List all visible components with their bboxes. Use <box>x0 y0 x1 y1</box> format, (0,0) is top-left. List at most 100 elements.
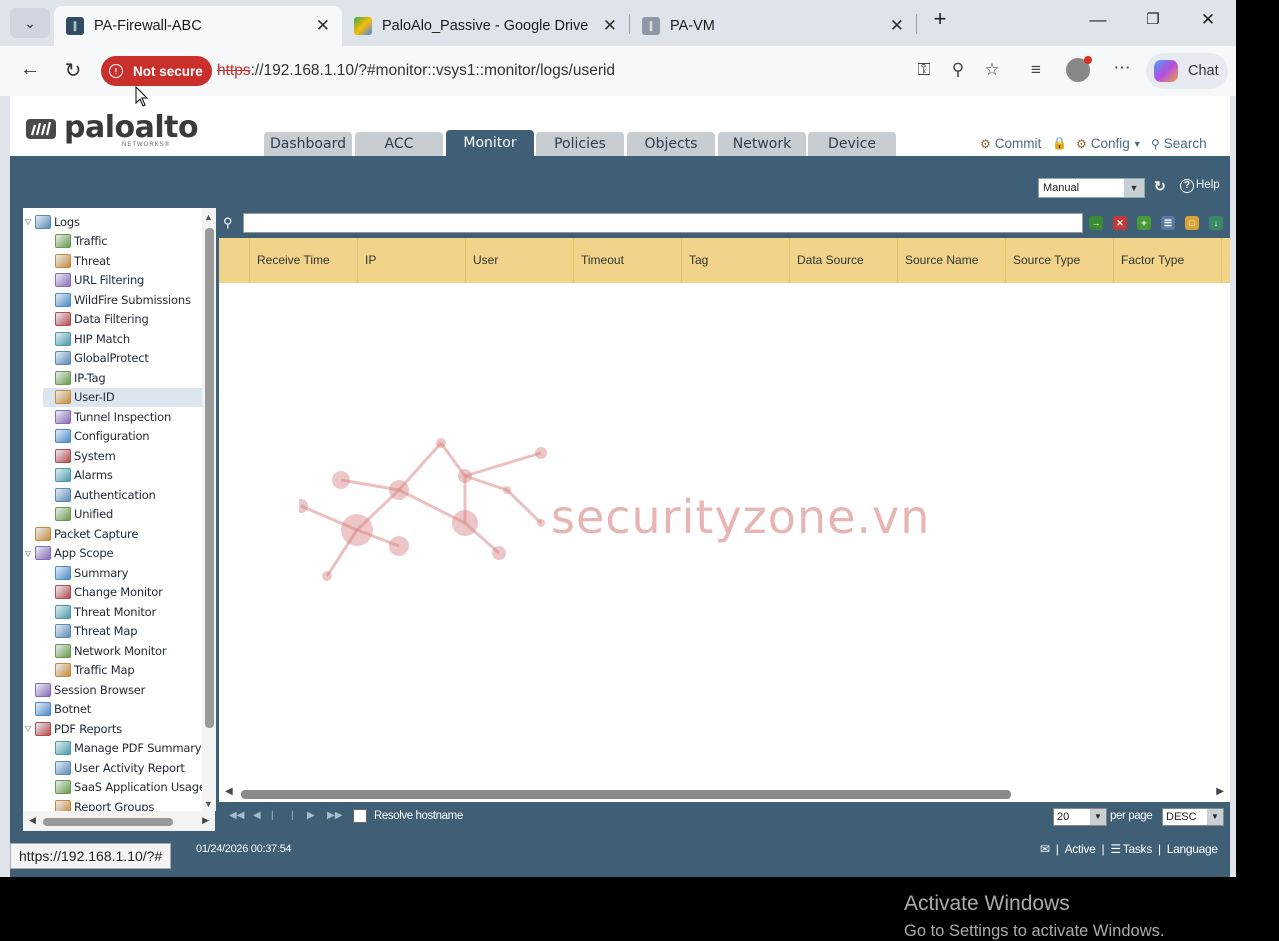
column-header-f[interactable]: F <box>1221 238 1230 283</box>
sidebar-item-url-filtering[interactable]: URL Filtering <box>43 271 211 290</box>
sidebar-item-hip-match[interactable]: HIP Match <box>43 329 211 348</box>
sidebar-vertical-scrollbar[interactable]: ▲ ▼ <box>202 208 216 811</box>
scroll-up-icon[interactable]: ▲ <box>204 212 213 222</box>
sidebar-item-logs[interactable]: ▽ Logs <box>25 212 211 231</box>
help-link[interactable]: ? Help <box>1180 179 1220 193</box>
copilot-chat-button[interactable]: Chat <box>1146 53 1228 89</box>
sidebar-item-alarms[interactable]: Alarms <box>43 466 211 485</box>
scrollbar-thumb[interactable] <box>205 228 214 728</box>
expand-toggle-icon[interactable]: ▽ <box>25 724 33 733</box>
url-text[interactable]: https://192.168.1.10/?#monitor::vsys1::m… <box>217 62 615 80</box>
sidebar-item-app-scope[interactable]: ▽ App Scope <box>25 544 211 563</box>
scroll-left-icon[interactable]: ◀ <box>29 815 36 826</box>
last-page-icon[interactable]: ▶▶ <box>327 810 342 821</box>
config-menu[interactable]: ⚙ Config ▼ <box>1076 136 1142 151</box>
sidebar-item-tunnel-inspection[interactable]: Tunnel Inspection <box>43 407 211 426</box>
not-secure-badge[interactable]: ! Not secure <box>101 56 212 86</box>
column-header-ip[interactable]: IP <box>357 238 465 283</box>
sidebar-item-wildfire-submissions[interactable]: WildFire Submissions <box>43 290 211 309</box>
resolve-hostname-checkbox[interactable] <box>353 809 367 823</box>
sidebar-item-globalprotect[interactable]: GlobalProtect <box>43 349 211 368</box>
sidebar-item-change-monitor[interactable]: Change Monitor <box>43 583 211 602</box>
tab-pa-vm[interactable]: ∥ PA-VM ✕ <box>630 6 916 46</box>
tab-pa-firewall[interactable]: ∥ PA-Firewall-ABC ✕ <box>54 6 342 46</box>
tasks-link[interactable]: Tasks <box>1123 842 1152 856</box>
new-tab-icon[interactable]: + <box>925 6 955 32</box>
sidebar-item-system[interactable]: System <box>43 446 211 465</box>
prev-page-icon[interactable]: ◀ <box>253 810 261 821</box>
load-filter-icon[interactable]: □ <box>1185 216 1199 230</box>
tab-google-drive[interactable]: PaloAlo_Passive - Google Drive ✕ <box>342 6 629 46</box>
column-header-source-type[interactable]: Source Type <box>1005 238 1113 283</box>
sidebar-item-saas-application-usage[interactable]: SaaS Application Usage <box>43 778 211 797</box>
column-header-tag[interactable]: Tag <box>681 238 789 283</box>
zoom-icon[interactable]: ⚲ <box>946 60 970 80</box>
sidebar-item-network-monitor[interactable]: Network Monitor <box>43 641 211 660</box>
apply-filter-icon[interactable]: → <box>1089 216 1103 230</box>
active-link[interactable]: Active <box>1065 842 1096 856</box>
tab-list-button[interactable]: ⌄ <box>10 8 50 38</box>
tab-network[interactable]: Network <box>718 132 806 156</box>
scroll-left-icon[interactable]: ◀ <box>225 786 233 797</box>
tab-device[interactable]: Device <box>808 132 896 156</box>
close-tab-icon[interactable]: ✕ <box>603 16 617 36</box>
sidebar-item-pdf-reports[interactable]: ▽ PDF Reports <box>25 719 211 738</box>
sidebar-item-threat-map[interactable]: Threat Map <box>43 622 211 641</box>
key-icon[interactable]: ⚿ <box>912 60 936 80</box>
minimize-icon[interactable]: — <box>1083 10 1113 30</box>
sidebar-horizontal-scrollbar[interactable]: ◀ ▶ <box>23 811 215 833</box>
back-icon[interactable]: ← <box>17 58 43 81</box>
scrollbar-thumb[interactable] <box>241 790 1011 799</box>
sidebar-item-authentication[interactable]: Authentication <box>43 485 211 504</box>
sidebar-item-session-browser[interactable]: Session Browser <box>25 680 211 699</box>
close-tab-icon[interactable]: ✕ <box>890 16 904 36</box>
clear-filter-icon[interactable]: ✕ <box>1113 216 1127 230</box>
sidebar-item-manage-pdf-summary[interactable]: Manage PDF Summary <box>43 739 211 758</box>
column-header-user[interactable]: User <box>465 238 573 283</box>
sidebar-item-packet-capture[interactable]: Packet Capture <box>25 524 211 543</box>
tab-objects[interactable]: Objects <box>627 132 715 156</box>
column-header-receive-time[interactable]: Receive Time <box>249 238 357 283</box>
sidebar-item-threat-monitor[interactable]: Threat Monitor <box>43 602 211 621</box>
tab-acc[interactable]: ACC <box>355 132 443 156</box>
sidebar-item-configuration[interactable]: Configuration <box>43 427 211 446</box>
search-link[interactable]: ⚲ Search <box>1151 136 1207 151</box>
export-icon[interactable]: ↓ <box>1209 216 1223 230</box>
column-header-timeout[interactable]: Timeout <box>573 238 681 283</box>
sidebar-item-summary[interactable]: Summary <box>43 563 211 582</box>
sidebar-item-botnet[interactable]: Botnet <box>25 700 211 719</box>
refresh-icon[interactable]: ↻ <box>1154 178 1166 195</box>
mail-icon[interactable]: ✉ <box>1040 842 1050 856</box>
scroll-down-icon[interactable]: ▼ <box>204 799 213 809</box>
more-menu-icon[interactable]: ⋯ <box>1110 58 1134 78</box>
expand-toggle-icon[interactable]: ▽ <box>25 217 33 226</box>
sidebar-item-unified[interactable]: Unified <box>43 505 211 524</box>
scroll-right-icon[interactable]: ▶ <box>1216 786 1224 797</box>
lock-icon[interactable]: 🔒 <box>1052 136 1071 150</box>
close-tab-icon[interactable]: ✕ <box>316 16 330 36</box>
reload-icon[interactable]: ↻ <box>60 58 86 83</box>
column-header-source-name[interactable]: Source Name <box>897 238 1005 283</box>
language-link[interactable]: Language <box>1167 842 1218 856</box>
grid-horizontal-scrollbar[interactable]: ◀ ▶ <box>219 782 1230 802</box>
favorites-list-icon[interactable]: ≡ <box>1024 60 1048 80</box>
refresh-mode-select[interactable]: Manual ▼ <box>1038 178 1145 198</box>
first-page-icon[interactable]: ◀◀ <box>229 810 244 821</box>
expand-toggle-icon[interactable]: ▽ <box>25 549 33 558</box>
sidebar-item-user-id[interactable]: User-ID <box>43 387 211 407</box>
tab-dashboard[interactable]: Dashboard <box>264 132 352 156</box>
per-page-select[interactable]: 20 ▼ <box>1053 808 1107 826</box>
profile-avatar[interactable] <box>1066 56 1092 82</box>
column-header-factor-type[interactable]: Factor Type <box>1113 238 1221 283</box>
scrollbar-thumb[interactable] <box>43 818 173 826</box>
log-filter-input[interactable] <box>243 213 1083 233</box>
close-window-icon[interactable]: ✕ <box>1193 10 1223 30</box>
restore-icon[interactable]: ❐ <box>1138 10 1168 28</box>
sidebar-item-threat[interactable]: Threat <box>43 251 211 270</box>
sidebar-item-traffic[interactable]: Traffic <box>43 232 211 251</box>
sidebar-item-user-activity-report[interactable]: User Activity Report <box>43 758 211 777</box>
next-page-icon[interactable]: ▶ <box>307 810 315 821</box>
tab-policies[interactable]: Policies <box>536 132 624 156</box>
commit-link[interactable]: ⚙ Commit <box>980 136 1041 151</box>
add-filter-icon[interactable]: + <box>1137 216 1151 230</box>
